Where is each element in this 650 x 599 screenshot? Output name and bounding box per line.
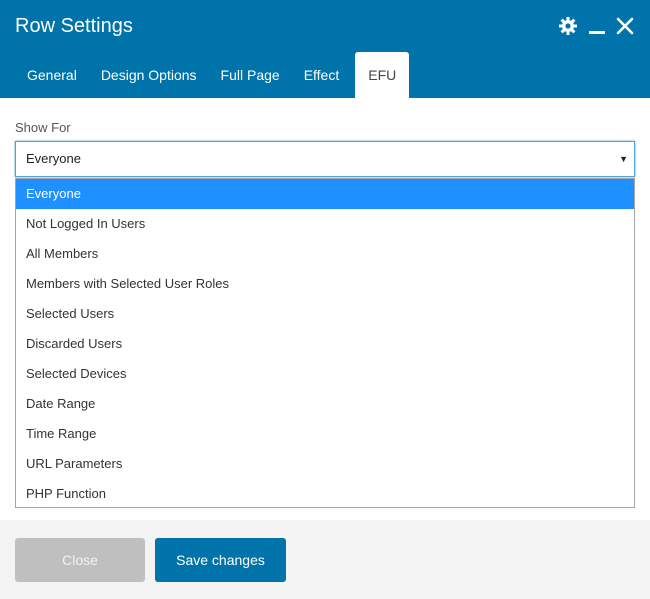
- option-php-function[interactable]: PHP Function: [16, 479, 634, 509]
- close-button[interactable]: Close: [15, 538, 145, 582]
- option-date-range[interactable]: Date Range: [16, 389, 634, 419]
- save-changes-button[interactable]: Save changes: [155, 538, 286, 582]
- option-time-range[interactable]: Time Range: [16, 419, 634, 449]
- option-discarded-users[interactable]: Discarded Users: [16, 329, 634, 359]
- option-url-parameters[interactable]: URL Parameters: [16, 449, 634, 479]
- tab-design-options[interactable]: Design Options: [89, 52, 209, 98]
- tab-effect[interactable]: Effect: [292, 52, 352, 98]
- option-selected-devices[interactable]: Selected Devices: [16, 359, 634, 389]
- window-controls: [558, 16, 634, 36]
- minimize-icon[interactable]: [588, 16, 606, 36]
- tab-bar: General Design Options Full Page Effect …: [15, 52, 410, 98]
- close-icon[interactable]: [616, 16, 634, 36]
- tab-general[interactable]: General: [15, 52, 89, 98]
- option-everyone[interactable]: Everyone: [16, 179, 634, 209]
- modal-footer: Close Save changes: [0, 520, 650, 599]
- modal-body: Show For Everyone ▼ Everyone Not Logged …: [0, 98, 650, 520]
- gear-icon[interactable]: [558, 16, 578, 36]
- tab-full-page[interactable]: Full Page: [209, 52, 292, 98]
- show-for-label: Show For: [15, 120, 71, 135]
- option-selected-users[interactable]: Selected Users: [16, 299, 634, 329]
- option-members-with-selected-user-roles[interactable]: Members with Selected User Roles: [16, 269, 634, 299]
- dropdown-arrow-icon: ▼: [619, 154, 628, 164]
- modal-header: Row Settings General Design Options Full…: [0, 0, 650, 98]
- tab-efu[interactable]: EFU: [355, 52, 410, 98]
- show-for-select[interactable]: Everyone ▼: [15, 141, 635, 177]
- option-not-logged-in-users[interactable]: Not Logged In Users: [16, 209, 634, 239]
- modal-title: Row Settings: [15, 15, 133, 37]
- show-for-options: Everyone Not Logged In Users All Members…: [15, 178, 635, 508]
- select-value: Everyone: [26, 151, 81, 166]
- option-all-members[interactable]: All Members: [16, 239, 634, 269]
